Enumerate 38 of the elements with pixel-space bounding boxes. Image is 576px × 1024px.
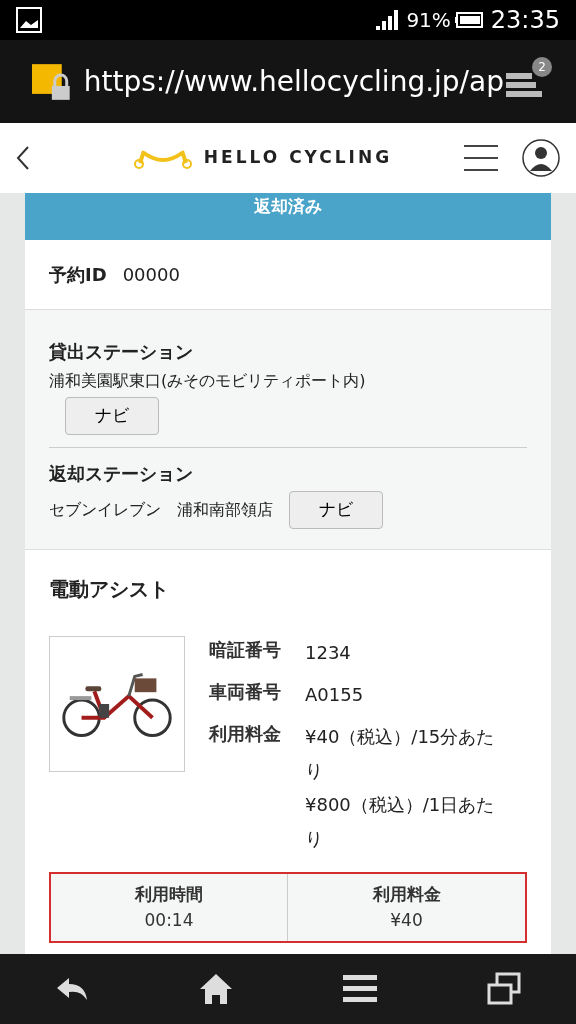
detail-value: ¥800（税込）/1日あたり [305,793,496,851]
summary-value: 00:14 [144,908,194,932]
user-icon[interactable] [522,139,560,177]
menu-icon[interactable] [343,975,377,1003]
summary-value: ¥40 [390,908,423,932]
clock: 23:35 [490,5,560,36]
detail-value: ¥40（税込）/15分あたり [305,725,496,783]
menu-icon[interactable] [464,144,498,172]
logo-text: HELLO CYCLING [203,146,393,170]
summary-label: 利用料金 [372,883,441,906]
detail-value: A0155 [305,683,365,707]
station-label: 貸出ステーション [49,340,193,364]
station-label: 返却ステーション [49,462,193,486]
logo-icon [133,147,192,169]
station-name: 浦和美園駅東口(みそのモビリティポート内) [49,370,366,392]
battery-icon [454,12,483,28]
back-icon[interactable] [16,145,30,171]
navi-button[interactable]: ナビ [289,491,383,529]
status-banner: 返却済み [25,193,551,240]
reservation-id: 00000 [122,263,180,287]
url-text[interactable]: https://www.hellocycling.jp/ap [83,60,504,103]
bike-type: 電動アシスト [49,576,170,603]
battery-percent: 91% [406,7,451,34]
windows-icon[interactable] [487,972,521,1006]
detail-label: 車両番号 [209,680,281,704]
detail-label: 暗証番号 [209,638,281,662]
home-icon[interactable] [199,973,233,1005]
signal-icon [374,10,399,30]
detail-label: 利用料金 [209,722,281,746]
station-name: セブンイレブン 浦和南部領店 [49,499,273,521]
detail-value: 1234 [305,641,352,665]
summary-label: 利用時間 [135,883,203,906]
lock-icon [32,61,72,102]
tab-count-badge: 2 [532,56,552,77]
back-arrow-icon[interactable] [55,976,89,1002]
reservation-label: 予約ID [49,263,107,287]
picture-icon [16,7,42,33]
navi-button[interactable]: ナビ [65,397,159,435]
